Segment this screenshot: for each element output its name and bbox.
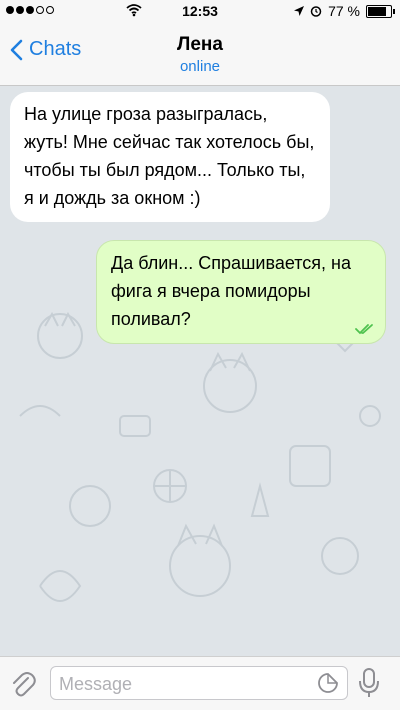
- status-bar: 12:53 77 %: [0, 0, 400, 22]
- battery-icon: [366, 4, 395, 18]
- message-text: На улице гроза разыгралась, жуть! Мне се…: [24, 104, 315, 208]
- alarm-icon: [310, 6, 322, 17]
- battery-percent: 77 %: [328, 3, 360, 19]
- double-check-icon: [355, 324, 373, 335]
- contact-status: online: [179, 58, 221, 75]
- input-bar: Message: [0, 656, 400, 710]
- sticker-icon[interactable]: [317, 672, 339, 694]
- outgoing-message[interactable]: Да блин... Спрашивается, на фига я вчера…: [96, 240, 386, 344]
- message-text: Да блин... Спрашивается, на фига я вчера…: [111, 253, 351, 329]
- message-list[interactable]: На улице гроза разыгралась, жуть! Мне се…: [0, 86, 400, 656]
- microphone-icon[interactable]: [358, 667, 380, 699]
- incoming-message[interactable]: На улице гроза разыгралась, жуть! Мне се…: [10, 92, 330, 222]
- paperclip-icon[interactable]: [10, 670, 36, 698]
- message-input[interactable]: Message: [50, 666, 348, 700]
- chat-header: Chats Лена online: [0, 22, 400, 86]
- contact-name[interactable]: Лена: [0, 34, 400, 56]
- message-placeholder: Message: [59, 674, 133, 694]
- location-icon: [294, 6, 305, 16]
